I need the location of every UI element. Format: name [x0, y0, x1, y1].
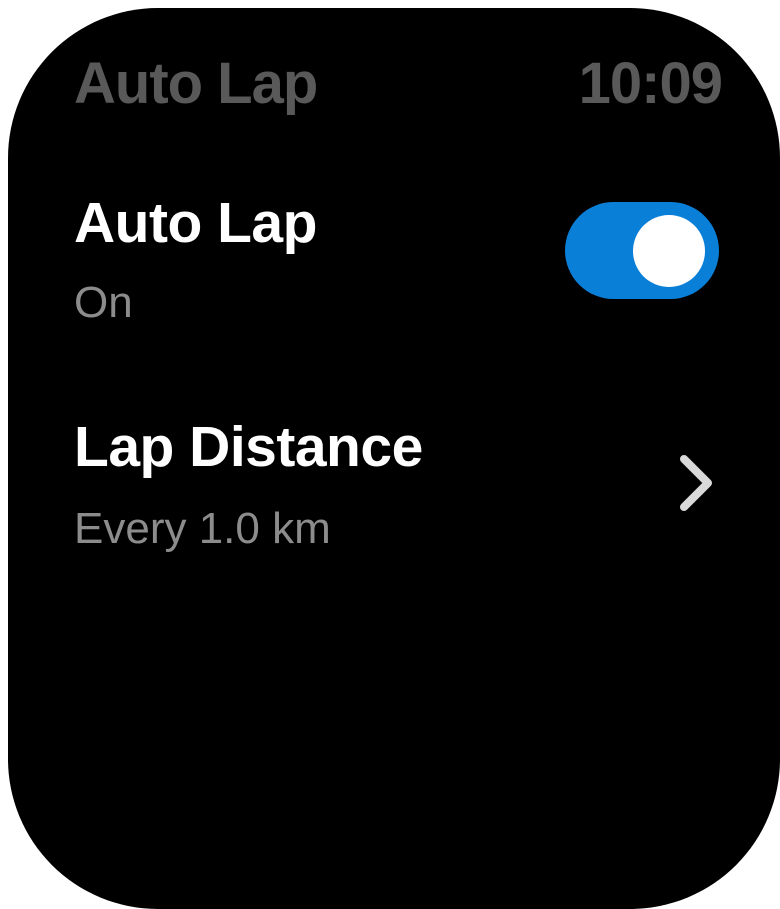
page-title: Auto Lap [74, 51, 318, 116]
auto-lap-toggle[interactable] [565, 202, 719, 299]
clock-time: 10:09 [578, 51, 723, 116]
lap-distance-value: Every 1.0 km [74, 504, 331, 553]
watch-screen: Auto Lap 10:09 Auto Lap On Lap Distance … [8, 8, 780, 909]
auto-lap-label: Auto Lap [74, 191, 317, 255]
lap-distance-label: Lap Distance [74, 415, 423, 479]
toggle-knob [633, 215, 705, 287]
auto-lap-status: On [74, 278, 133, 327]
chevron-right-icon[interactable] [676, 453, 716, 513]
